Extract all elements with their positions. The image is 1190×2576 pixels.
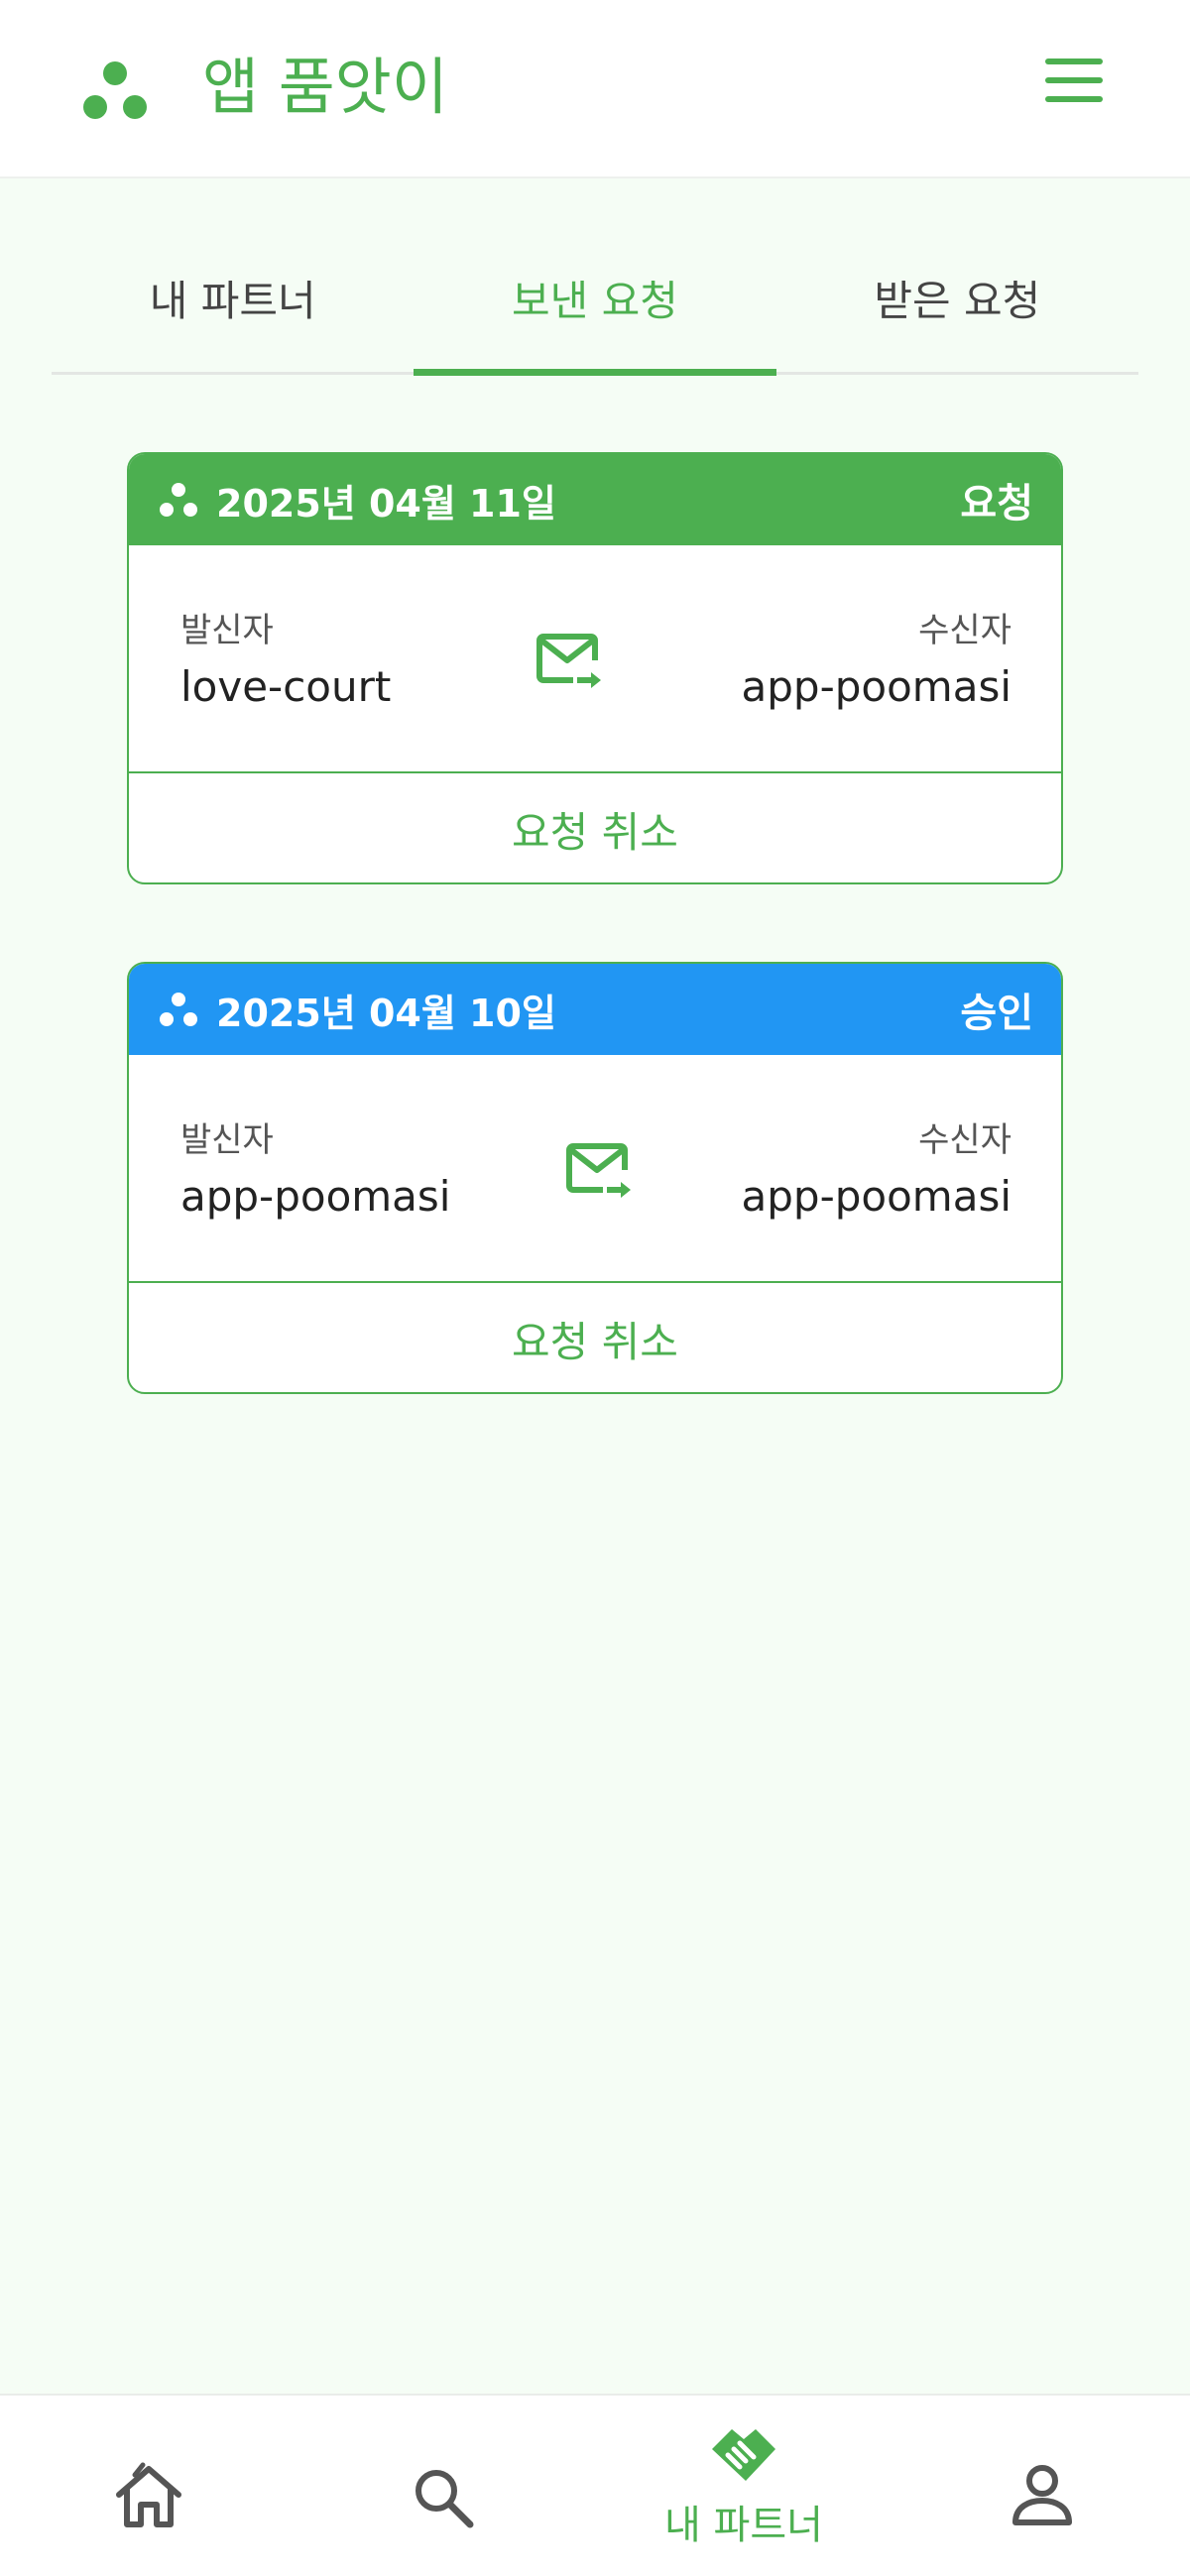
receiver-label: 수신자 (918, 1120, 1012, 1160)
nav-label: 내 파트너 (664, 2503, 823, 2548)
status-badge: 승인 (960, 991, 1033, 1036)
request-card: 2025년 04월 11일 요청 발신자 love-court 수신자 app-… (127, 452, 1063, 884)
request-card: 2025년 04월 10일 승인 발신자 app-poomasi 수신자 app… (127, 962, 1063, 1394)
three-dots-icon (160, 483, 197, 517)
hamburger-menu-icon[interactable] (1043, 56, 1105, 105)
status-badge: 요청 (960, 481, 1033, 527)
request-card-body: 발신자 love-court 수신자 app-poomasi (129, 545, 1061, 773)
three-dots-icon (160, 993, 197, 1026)
app-root: 앱 품앗이 내 파트너 보낸 요청 받은 요청 2025년 04월 11일 요청… (0, 0, 1190, 2576)
handshake-icon (712, 2429, 775, 2481)
bottom-nav: 내 파트너 (0, 2394, 1190, 2576)
app-title: 앱 품앗이 (202, 51, 448, 123)
nav-profile[interactable] (1008, 2461, 1077, 2532)
profile-icon (1012, 2465, 1072, 2525)
request-date: 2025년 04월 11일 (216, 481, 556, 526)
search-icon (416, 2470, 474, 2528)
receiver-label: 수신자 (918, 611, 1012, 650)
three-dots-logo-icon[interactable] (81, 59, 149, 121)
sender-value: app-poomasi (180, 1172, 451, 1221)
request-card-body: 발신자 app-poomasi 수신자 app-poomasi (129, 1055, 1061, 1283)
request-date: 2025년 04월 10일 (216, 991, 556, 1035)
sender-value: love-court (180, 662, 392, 711)
request-card-header: 2025년 04월 11일 요청 (129, 454, 1061, 545)
receiver-value: app-poomasi (741, 1172, 1012, 1221)
tab-sent-requests[interactable]: 보낸 요청 (414, 238, 776, 376)
app-header: 앱 품앗이 (0, 0, 1190, 178)
mail-send-icon (566, 1143, 631, 1198)
tab-my-partners[interactable]: 내 파트너 (52, 238, 414, 372)
nav-my-partners[interactable]: 내 파트너 (635, 2419, 853, 2558)
cancel-request-button[interactable]: 요청 취소 (129, 773, 1061, 882)
request-card-header: 2025년 04월 10일 승인 (129, 964, 1061, 1055)
cancel-request-button[interactable]: 요청 취소 (129, 1283, 1061, 1392)
mail-send-icon (536, 634, 601, 688)
home-icon (116, 2462, 181, 2527)
nav-home[interactable] (109, 2461, 188, 2532)
receiver-value: app-poomasi (741, 662, 1012, 711)
partner-tabs: 내 파트너 보낸 요청 받은 요청 (52, 238, 1138, 376)
tab-received-requests[interactable]: 받은 요청 (776, 238, 1138, 372)
sender-label: 발신자 (180, 1120, 274, 1160)
sender-label: 발신자 (180, 611, 274, 650)
nav-search[interactable] (409, 2465, 478, 2534)
